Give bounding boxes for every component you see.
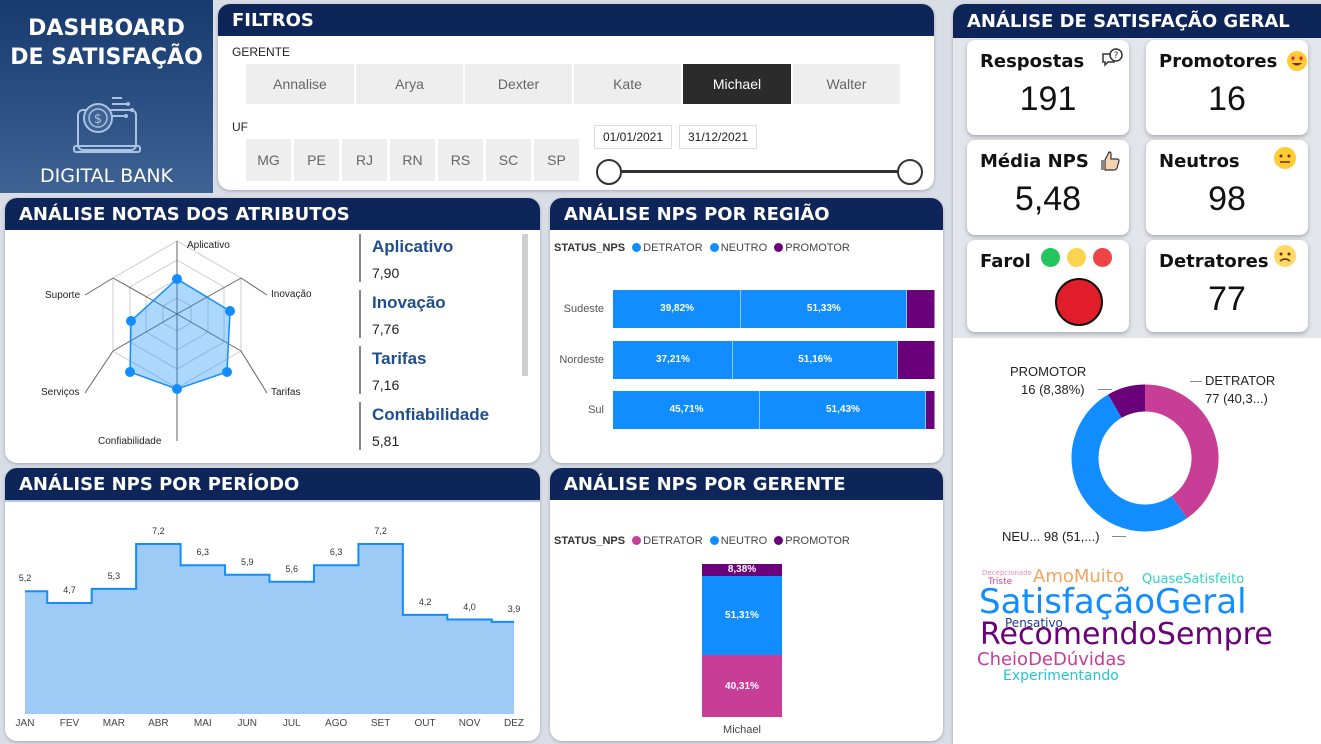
period-value-label: 4,0 — [463, 601, 476, 612]
region-header: ANÁLISE NPS POR REGIÃO — [550, 198, 943, 230]
date-slider-end-handle[interactable] — [897, 159, 923, 185]
farol-yellow-light-icon — [1067, 248, 1086, 267]
svg-text:?: ? — [1114, 51, 1119, 61]
donut-slice-detrator — [1144, 384, 1219, 519]
farol-green-light-icon — [1041, 248, 1060, 267]
period-value-label: 4,7 — [63, 585, 76, 596]
period-month-label: MAI — [193, 718, 212, 729]
period-value-label: 6,3 — [196, 547, 210, 558]
period-month-label: JUL — [282, 718, 301, 729]
donut-label-detrator-value: 77 (40,3...) — [1205, 391, 1268, 406]
period-month-label: OUT — [414, 718, 436, 729]
legend-dot-detrator — [632, 243, 642, 252]
heart-eyes-emoji-icon — [1287, 51, 1307, 71]
manager-label-detrator: 40,31% — [725, 681, 759, 692]
neutral-face-emoji-icon — [1274, 147, 1296, 169]
region-bar-detrator-label: 37,21% — [655, 354, 690, 365]
region-bar-promotor — [906, 290, 935, 328]
period-month-label: FEV — [59, 718, 80, 729]
farol-red-light-icon — [1093, 248, 1112, 267]
overall-header: ANÁLISE DE SATISFAÇÃO GERAL — [953, 4, 1321, 38]
period-month-label: JAN — [15, 718, 35, 729]
manager-header: ANÁLISE NPS POR GERENTE — [550, 468, 943, 500]
period-area — [25, 544, 514, 714]
region-bar-promotor — [925, 391, 935, 429]
date-start-input[interactable]: 01/01/2021 — [594, 125, 672, 149]
manager-category: Michael — [723, 724, 761, 736]
manager-panel: ANÁLISE NPS POR GERENTE STATUS_NPS DETRA… — [550, 468, 943, 741]
region-category-label: Sul — [588, 404, 604, 416]
period-value-label: 6,3 — [329, 547, 343, 558]
period-step-chart — [25, 543, 514, 714]
word-cheiodeduvidas: CheioDeDúvidas — [977, 649, 1126, 670]
date-slider-start-handle[interactable] — [596, 159, 622, 185]
gerente-button-walter[interactable]: Walter — [793, 64, 900, 104]
manager-label-neutro: 51,31% — [725, 610, 759, 621]
word-decepcionado: Decepcionado — [982, 569, 1032, 577]
period-value-label: 7,2 — [374, 526, 387, 536]
donut-label-neutro: NEU... 98 (51,...) — [1002, 529, 1100, 544]
region-bar-neutro-label: 51,33% — [806, 303, 841, 314]
manager-legend: STATUS_NPS DETRATOR NEUTRO PROMOTOR — [554, 535, 850, 547]
kpi-detratores: Detratores 77 — [1146, 240, 1308, 332]
period-month-label: NOV — [458, 718, 481, 729]
legend-dot-neutro — [709, 243, 719, 252]
period-value-label: 4,2 — [418, 596, 432, 607]
kpi-neutros: Neutros 98 — [1146, 140, 1308, 235]
gerente-button-kate[interactable]: Kate — [574, 64, 681, 104]
disappointed-face-emoji-icon — [1274, 245, 1296, 267]
region-bar-detrator-label: 39,82% — [660, 303, 695, 314]
period-value-label: 5,9 — [241, 556, 254, 567]
region-category-label: Nordeste — [559, 354, 604, 366]
region-bar-promotor — [897, 341, 935, 379]
kpi-promotores: Promotores 16 — [1146, 40, 1308, 135]
donut-label-promotor-name: PROMOTOR — [1010, 364, 1087, 379]
kpi-farol: Farol — [967, 240, 1129, 332]
period-value-label: 7,2 — [152, 526, 165, 536]
region-bar-neutro-label: 51,16% — [798, 354, 833, 365]
region-bar-neutro-label: 51,43% — [826, 404, 860, 415]
period-value-label: 5,6 — [285, 563, 298, 574]
legend-dot-promotor — [774, 536, 784, 545]
manager-label-promotor: 8,38% — [727, 564, 757, 575]
region-category-label: Sudeste — [563, 303, 604, 315]
donut-label-promotor-value: 16 (8,38%) — [1021, 382, 1085, 397]
word-recomendosempre: RecomendoSempre — [980, 617, 1273, 652]
legend-dot-promotor — [774, 243, 784, 252]
kpi-media-nps: Média NPS 5,48 — [967, 140, 1129, 235]
period-value-label: 5,2 — [18, 573, 32, 584]
region-panel: ANÁLISE NPS POR REGIÃO STATUS_NPS DETRAT… — [550, 198, 943, 463]
donut-slice-neutro — [1071, 394, 1188, 532]
word-experimentando: Experimentando — [1003, 668, 1119, 684]
period-value-label: 3,9 — [507, 603, 521, 614]
period-value-label: 5,3 — [107, 570, 121, 581]
period-month-label: MAR — [102, 718, 126, 729]
date-slider-track[interactable] — [610, 170, 910, 173]
period-month-label: ABR — [148, 718, 169, 729]
date-end-input[interactable]: 31/12/2021 — [679, 125, 757, 149]
legend-dot-detrator — [632, 536, 642, 545]
period-month-label: DEZ — [504, 718, 524, 729]
period-month-label: JUN — [237, 718, 257, 729]
legend-dot-neutro — [709, 536, 719, 545]
donut-label-detrator-name: DETRATOR — [1205, 373, 1276, 388]
chat-question-icon: ? — [1102, 48, 1123, 67]
period-month-label: SET — [370, 718, 391, 729]
region-legend: STATUS_NPS DETRATOR NEUTRO PROMOTOR — [554, 242, 850, 254]
donut-slice-promotor — [1108, 384, 1146, 419]
period-month-label: AGO — [325, 718, 348, 729]
region-bar-detrator-label: 45,71% — [669, 404, 704, 415]
kpi-respostas: Respostas 191 ? — [967, 40, 1129, 135]
farol-status-red-icon — [1055, 278, 1103, 326]
gerente-button-michael[interactable]: Michael — [683, 64, 791, 104]
hand-thumb-icon — [1101, 151, 1120, 171]
